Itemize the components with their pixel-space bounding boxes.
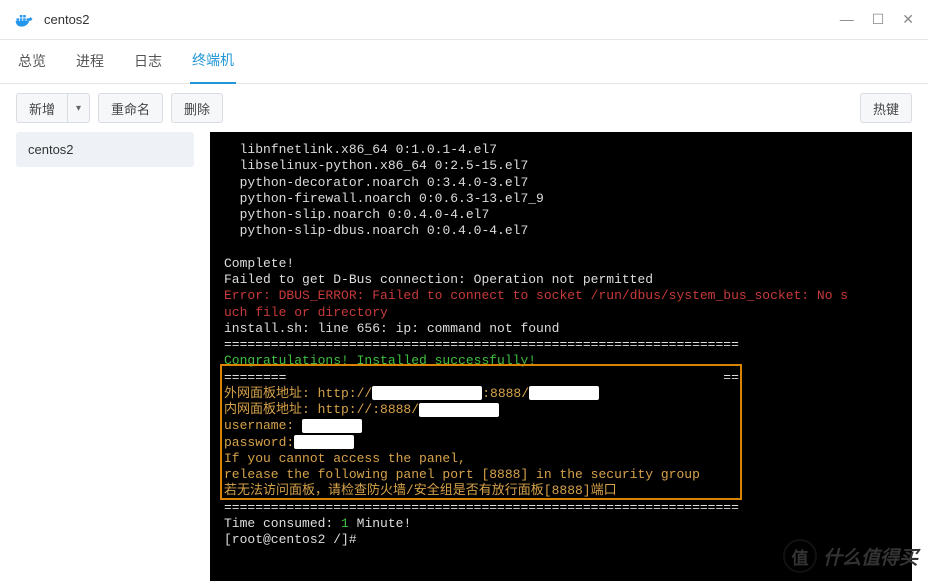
- time-consumed-unit: Minute!: [349, 516, 411, 531]
- sidebar-item-centos2[interactable]: centos2: [16, 132, 194, 167]
- panel-external-url-label: 外网面板地址: http://: [224, 386, 372, 401]
- term-line: install.sh: line 656: ip: command not fo…: [224, 321, 559, 336]
- term-line-success: Congratulations! Installed successfully!: [224, 353, 536, 368]
- chevron-down-icon: ▾: [76, 103, 81, 114]
- redacted-path: [529, 386, 599, 400]
- panel-username-label: username:: [224, 418, 302, 433]
- toolbar: 新增 ▾ 重命名 删除 热键: [0, 84, 928, 132]
- panel-password-label: password:: [224, 435, 294, 450]
- term-line: Complete!: [224, 256, 294, 271]
- window-maximize-button[interactable]: ☐: [872, 11, 885, 28]
- panel-info-line: If you cannot access the panel,: [224, 451, 466, 466]
- rename-button[interactable]: 重命名: [98, 93, 163, 123]
- hotkey-button[interactable]: 热键: [860, 93, 912, 123]
- content-area: centos2 libnfnetlink.x86_64 0:1.0.1-4.el…: [0, 132, 928, 581]
- redacted-ip: [372, 386, 482, 400]
- window-close-button[interactable]: ✕: [902, 11, 914, 28]
- term-line: python-decorator.noarch 0:3.4.0-3.el7: [224, 175, 528, 190]
- window-title: centos2: [44, 12, 840, 27]
- term-line-error: Error: DBUS_ERROR: Failed to connect to …: [224, 288, 848, 303]
- panel-internal-url-label: 内网面板地址: http://:8888/: [224, 402, 419, 417]
- redacted-path: [419, 403, 499, 417]
- terminal-output[interactable]: libnfnetlink.x86_64 0:1.0.1-4.el7 libsel…: [210, 132, 912, 581]
- term-line: Failed to get D-Bus connection: Operatio…: [224, 272, 653, 287]
- term-separator: ==: [723, 370, 739, 385]
- terminal-list-sidebar: centos2: [0, 132, 210, 581]
- shell-prompt: [root@centos2 /]#: [224, 532, 357, 547]
- term-line: python-slip.noarch 0:0.4.0-4.el7: [224, 207, 489, 222]
- app-logo-icon: [14, 10, 34, 30]
- panel-port: :8888/: [482, 386, 529, 401]
- delete-button[interactable]: 删除: [171, 93, 223, 123]
- window-minimize-button[interactable]: —: [840, 11, 854, 28]
- tab-bar: 总览 进程 日志 终端机: [0, 40, 928, 84]
- term-separator: ========================================…: [224, 500, 739, 515]
- panel-info-line: release the following panel port [8888] …: [224, 467, 700, 482]
- window-titlebar: centos2 — ☐ ✕: [0, 0, 928, 40]
- term-separator: ========================================…: [224, 337, 739, 352]
- term-line: python-firewall.noarch 0:0.6.3-13.el7_9: [224, 191, 544, 206]
- term-line: python-slip-dbus.noarch 0:0.4.0-4.el7: [224, 223, 528, 238]
- tab-overview[interactable]: 总览: [16, 41, 48, 83]
- time-consumed-value: 1: [341, 516, 349, 531]
- term-line: libselinux-python.x86_64 0:2.5-15.el7: [224, 158, 528, 173]
- watermark-text: 什么值得买: [823, 543, 918, 570]
- tab-log[interactable]: 日志: [132, 41, 164, 83]
- redacted-password: [294, 435, 354, 449]
- term-separator: ========: [224, 370, 286, 385]
- new-dropdown-caret[interactable]: ▾: [68, 93, 90, 123]
- tab-process[interactable]: 进程: [74, 41, 106, 83]
- watermark: 值 什么值得买: [783, 539, 918, 573]
- term-line: libnfnetlink.x86_64 0:1.0.1-4.el7: [224, 142, 497, 157]
- new-button[interactable]: 新增: [16, 93, 68, 123]
- panel-info-line: 若无法访问面板，请检查防火墙/安全组是否有放行面板[8888]端口: [224, 483, 617, 498]
- time-consumed-label: Time consumed:: [224, 516, 341, 531]
- tab-terminal[interactable]: 终端机: [190, 40, 236, 84]
- watermark-badge-icon: 值: [783, 539, 817, 573]
- term-line-error: uch file or directory: [224, 305, 388, 320]
- redacted-username: [302, 419, 362, 433]
